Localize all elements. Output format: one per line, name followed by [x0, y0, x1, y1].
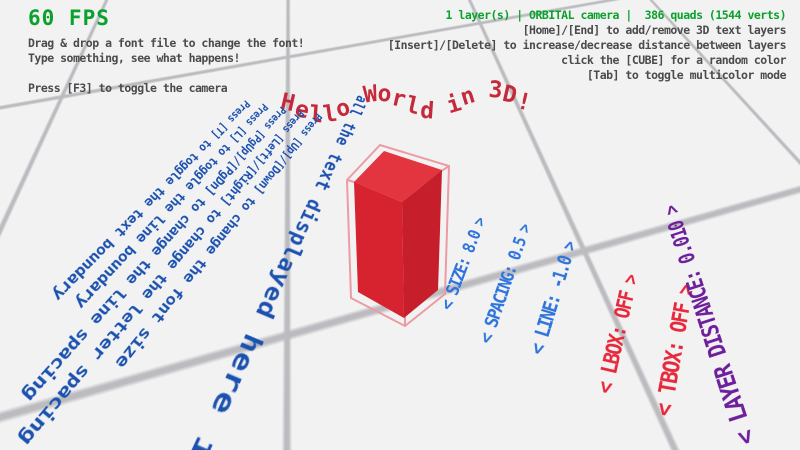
hud-top-left: 60 FPS Drag & drop a font file to change…	[28, 6, 304, 96]
fps-counter: 60 FPS	[28, 6, 304, 30]
hint-toggle-camera: Press [F3] to toggle the camera	[28, 81, 304, 96]
hint-cube-random-color: click the [CUBE] for a random color	[388, 53, 786, 68]
hud-spacer-line	[28, 66, 304, 81]
hint-multicolor-mode: [Tab] to toggle multicolor mode	[388, 68, 786, 83]
hint-type-something: Type something, see what happens!	[28, 51, 304, 66]
hud-top-right: 1 layer(s) | ORBITAL camera | 386 quads …	[388, 8, 786, 83]
cube-left-face	[354, 182, 404, 318]
hint-layer-distance-keys: [Insert]/[Delete] to increase/decrease d…	[388, 38, 786, 53]
hint-add-remove-layers: [Home]/[End] to add/remove 3D text layer…	[388, 23, 786, 38]
orbital-3d-viewport[interactable]: Hello World in 3D! all the text displaye…	[0, 0, 800, 450]
status-bar: 1 layer(s) | ORBITAL camera | 386 quads …	[388, 8, 786, 23]
hint-drag-drop-font: Drag & drop a font file to change the fo…	[28, 36, 304, 51]
